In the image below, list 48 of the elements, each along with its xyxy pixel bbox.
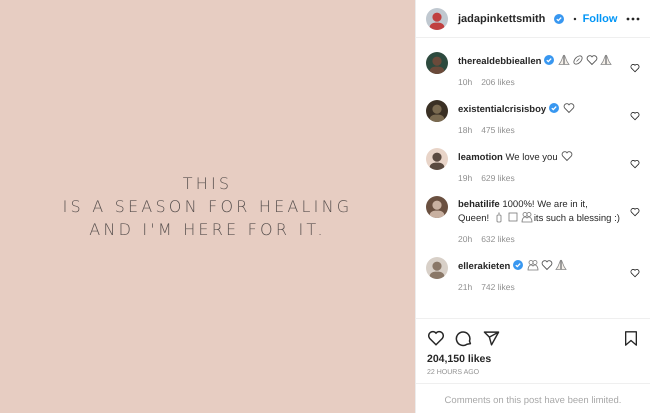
comment-time: 18h	[458, 125, 472, 135]
comment-likes[interactable]: 206 likes	[481, 77, 515, 87]
bookmark-icon[interactable]	[623, 330, 639, 346]
likes-count[interactable]: 204,150 likes	[416, 351, 650, 367]
avatar[interactable]	[426, 100, 448, 122]
heart-icon	[563, 102, 576, 114]
quote-line: THIS	[182, 174, 232, 193]
avatar[interactable]	[426, 148, 448, 170]
quote-line: IS A SEASON FOR HEALING	[62, 197, 352, 216]
hugging-people-icon	[520, 211, 533, 223]
comment-likes[interactable]: 632 likes	[481, 234, 515, 244]
football-icon	[572, 54, 584, 66]
comment-time: 19h	[458, 173, 472, 183]
praying-hands-icon	[558, 54, 570, 66]
comment-time: 10h	[458, 77, 472, 87]
like-comment-icon[interactable]	[630, 159, 640, 169]
comment-text: therealdebbieallen	[458, 54, 620, 68]
share-icon[interactable]	[483, 330, 500, 346]
more-options-icon[interactable]	[626, 16, 640, 20]
comments-limited-notice: Comments on this post have been limited.	[444, 394, 622, 406]
comment-likes[interactable]: 475 likes	[481, 125, 515, 135]
like-comment-icon[interactable]	[630, 63, 640, 73]
comment-text: ellerakieten	[458, 259, 620, 273]
follow-link[interactable]: Follow	[582, 12, 618, 24]
heart-icon	[541, 259, 554, 271]
like-comment-icon[interactable]	[630, 111, 640, 121]
comment-text: existentialcrisisboy	[458, 102, 620, 116]
praying-hands-icon	[600, 54, 612, 66]
heart-icon	[586, 54, 598, 66]
avatar[interactable]	[426, 196, 448, 218]
avatar[interactable]	[426, 52, 448, 74]
quote-line: AND I'M HERE FOR IT.	[89, 220, 326, 239]
comment-likes[interactable]: 629 likes	[481, 173, 515, 183]
comment-time: 20h	[458, 234, 472, 244]
comment-time: 21h	[458, 282, 472, 292]
like-icon[interactable]	[427, 329, 445, 347]
praying-hands-icon	[555, 259, 568, 271]
comment-text: leamotion We love you	[458, 150, 620, 164]
hugging-people-icon	[527, 259, 540, 271]
like-comment-icon[interactable]	[630, 268, 640, 278]
comment-likes[interactable]: 742 likes	[481, 282, 515, 292]
separator-dot: •	[573, 14, 577, 24]
comment-text: behatilife 1000%! We are in it, Queen! its such a blessing :)	[458, 198, 620, 225]
heart-icon	[561, 150, 574, 162]
comment-icon[interactable]	[455, 329, 473, 347]
box-icon	[506, 211, 519, 223]
like-comment-icon[interactable]	[630, 207, 640, 217]
username[interactable]: jadapinkettsmith	[458, 12, 546, 24]
